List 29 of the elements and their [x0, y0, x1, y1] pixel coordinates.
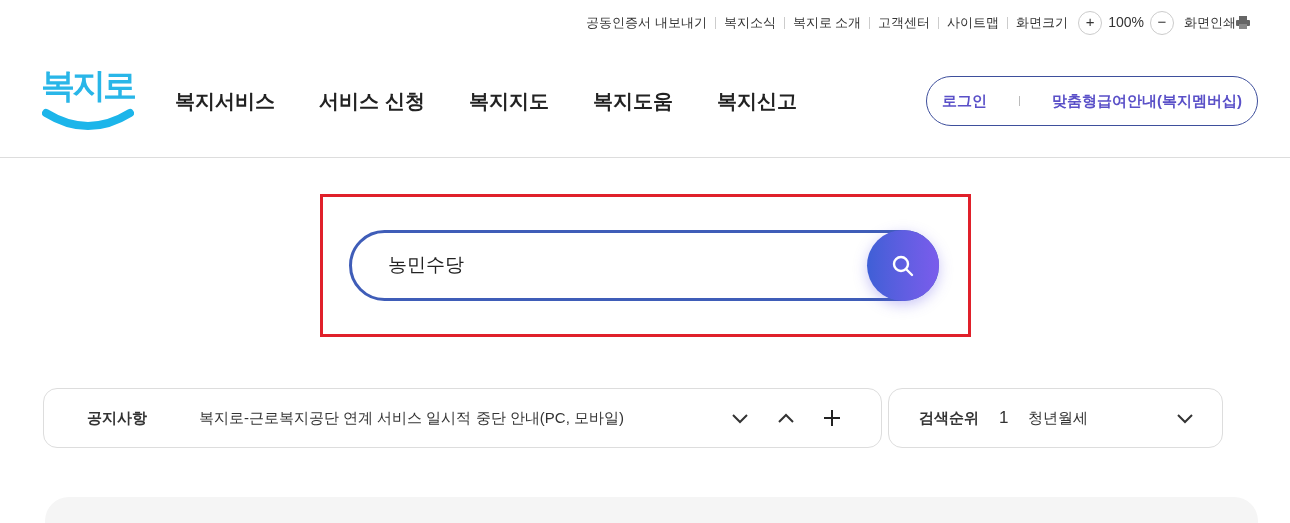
utility-link[interactable]: 복지소식 [723, 12, 776, 33]
search-button[interactable] [866, 230, 939, 301]
rank-number: 1 [999, 407, 1009, 430]
zoom-value: 100% [1108, 13, 1144, 32]
search-field[interactable]: 농민수당 [348, 230, 939, 301]
utility-link[interactable]: 고객센터 [878, 12, 931, 33]
zoom-label: 화면크기 [1016, 13, 1069, 32]
utility-link[interactable]: 사이트맵 [947, 12, 1000, 33]
print-link[interactable]: 화면인쇄 [1184, 12, 1236, 33]
printer-icon[interactable] [1236, 16, 1250, 29]
notice-link[interactable]: 복지로-근로복지공단 연계 서비스 일시적 중단 안내(PC, 모바일) [199, 406, 624, 430]
plus-icon[interactable] [823, 409, 841, 427]
notice-label: 공지사항 [87, 407, 148, 428]
search-icon [890, 253, 915, 278]
utility-link[interactable]: 복지로 소개 [792, 12, 862, 33]
membership-link[interactable]: 맞춤형급여안내(복지멤버십) [1052, 89, 1242, 113]
ranking-term[interactable]: 청년월세 [1028, 406, 1089, 430]
chevron-down-icon[interactable] [731, 412, 749, 424]
nav-link[interactable]: 복지도움 [592, 86, 673, 116]
login-link[interactable]: 로그인 [942, 89, 987, 113]
utility-link[interactable]: 공동인증서 내보내기 [585, 12, 707, 33]
ranking-label: 검색순위 [919, 407, 979, 428]
nav-link[interactable]: 복지신고 [716, 86, 797, 116]
nav-link[interactable]: 복지지도 [468, 86, 549, 116]
search-input[interactable]: 농민수당 [387, 251, 788, 280]
nav-link[interactable]: 복지서비스 [175, 86, 275, 116]
chevron-up-icon[interactable] [777, 412, 795, 424]
chevron-down-icon[interactable] [1176, 412, 1194, 424]
nav-link[interactable]: 서비스 신청 [319, 86, 425, 116]
